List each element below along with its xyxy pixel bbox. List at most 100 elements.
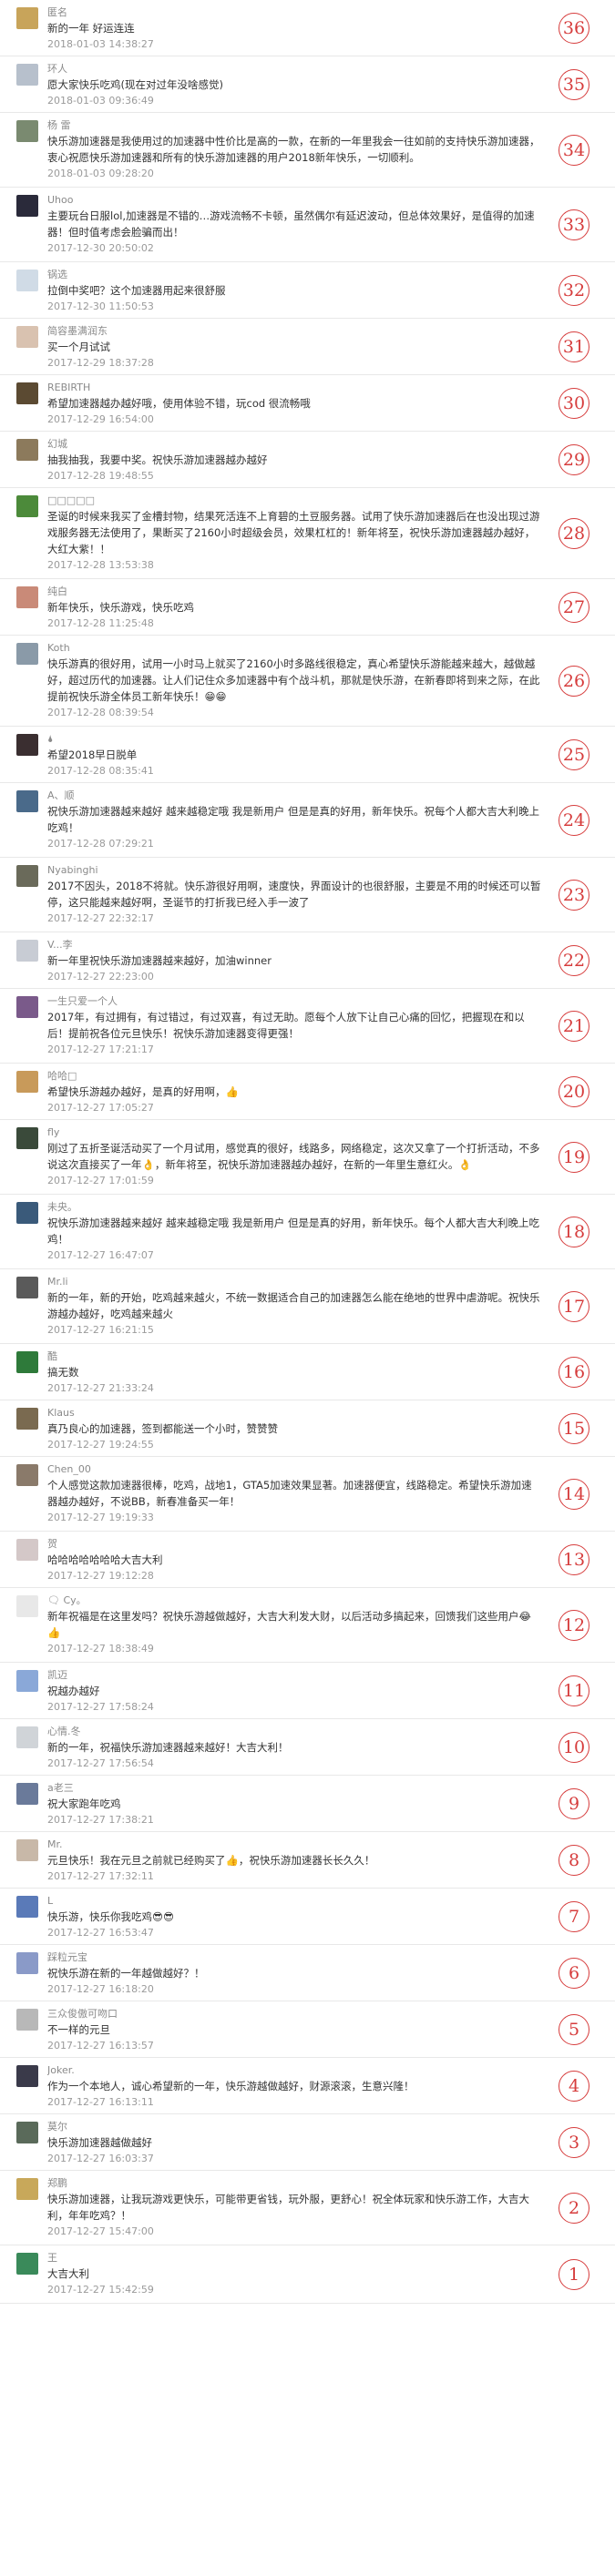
comment-author[interactable]: 一生只爱一个人 xyxy=(47,994,542,1008)
avatar[interactable] xyxy=(16,586,38,608)
avatar[interactable] xyxy=(16,1726,38,1748)
avatar-image xyxy=(16,120,38,142)
avatar[interactable] xyxy=(16,1952,38,1974)
comment-author[interactable]: Uhoo xyxy=(47,193,542,207)
comment-author[interactable]: 环人 xyxy=(47,62,542,76)
comment-timestamp: 2017-12-27 22:32:17 xyxy=(47,912,154,924)
avatar[interactable] xyxy=(16,2122,38,2143)
avatar[interactable] xyxy=(16,326,38,348)
comment-author[interactable]: 哈哈□ xyxy=(47,1069,542,1083)
avatar[interactable] xyxy=(16,1277,38,1298)
comment-timestamp: 2017-12-28 13:53:38 xyxy=(47,559,154,571)
comment-author[interactable]: 匿名 xyxy=(47,5,542,19)
comment-author[interactable]: Mr.li xyxy=(47,1275,542,1288)
avatar[interactable] xyxy=(16,495,38,517)
avatar[interactable] xyxy=(16,1539,38,1561)
avatar[interactable] xyxy=(16,195,38,217)
comment-author[interactable]: 未央。 xyxy=(47,1200,542,1214)
floor-number-badge: 33 xyxy=(559,209,589,240)
comment-author[interactable]: □□□□□ xyxy=(47,494,542,507)
avatar[interactable] xyxy=(16,1071,38,1093)
comment-text: 新年快乐，快乐游戏，快乐吃鸡 xyxy=(47,601,194,614)
avatar[interactable] xyxy=(16,1839,38,1861)
comment-author[interactable]: 锅选 xyxy=(47,268,542,281)
comment-text: 哈哈哈哈哈哈哈大吉大利 xyxy=(47,1553,163,1566)
avatar-image xyxy=(16,382,38,404)
comment-author[interactable]: Klaus xyxy=(47,1406,542,1420)
comment-author[interactable]: 简容墨满润东 xyxy=(47,324,542,338)
avatar[interactable] xyxy=(16,1595,38,1617)
avatar[interactable] xyxy=(16,996,38,1018)
comment-author[interactable]: Joker. xyxy=(47,2063,542,2077)
comment-author[interactable]: 🌢 xyxy=(47,732,542,746)
comment-author[interactable]: 莫尔 xyxy=(47,2120,542,2133)
avatar[interactable] xyxy=(16,7,38,29)
comment-author[interactable]: 踩粒元宝 xyxy=(47,1950,542,1964)
floor-number-badge: 19 xyxy=(559,1141,589,1173)
comment-author[interactable]: REBIRTH xyxy=(47,381,542,394)
avatar[interactable] xyxy=(16,1127,38,1149)
avatar[interactable] xyxy=(16,270,38,291)
comment-timestamp: 2017-12-29 16:54:00 xyxy=(47,413,154,425)
comment-author[interactable]: 🗨 Cy。 xyxy=(47,1593,542,1607)
avatar[interactable] xyxy=(16,2178,38,2200)
comment-author[interactable]: 三众俊傲可吻口 xyxy=(47,2007,542,2021)
comment-author[interactable]: V...李 xyxy=(47,938,542,952)
comment-author[interactable]: A、顺 xyxy=(47,789,542,802)
comment-author[interactable]: 心情.冬 xyxy=(47,1725,542,1738)
avatar[interactable] xyxy=(16,865,38,887)
avatar[interactable] xyxy=(16,2009,38,2031)
comment-text: 新的一年，祝福快乐游加速器越来越好！大吉大利！ xyxy=(47,1741,289,1754)
comment-text: 元旦快乐！我在元旦之前就已经购买了👍，祝快乐游加速器长长久久！ xyxy=(47,1854,375,1867)
avatar[interactable] xyxy=(16,120,38,142)
avatar-image xyxy=(16,1539,38,1561)
comment-item: 环人 愿大家快乐吃鸡(现在对过年没啥感觉) 2018-01-03 09:36:49 3… xyxy=(0,56,615,113)
avatar-image xyxy=(16,270,38,291)
avatar[interactable] xyxy=(16,643,38,665)
comment-text: 快乐游加速器是我使用过的加速器中性价比是高的一款，在新的一年里我会一往如前的支持… xyxy=(47,135,540,164)
comment-author[interactable]: Koth xyxy=(47,641,542,655)
comment-text: 作为一个本地人，诚心希望新的一年，快乐游越做越好，财源滚滚，生意兴隆！ xyxy=(47,2080,415,2092)
avatar[interactable] xyxy=(16,64,38,86)
avatar[interactable] xyxy=(16,2253,38,2275)
avatar[interactable] xyxy=(16,1464,38,1486)
comment-text: 真乃良心的加速器，签到都能送一个小时，赞赞赞 xyxy=(47,1422,278,1435)
avatar[interactable] xyxy=(16,439,38,461)
comment-timestamp: 2017-12-27 15:42:59 xyxy=(47,2284,154,2296)
comment-author[interactable]: L xyxy=(47,1894,542,1908)
comment-author[interactable]: Chen_00 xyxy=(47,1462,542,1476)
avatar[interactable] xyxy=(16,734,38,756)
avatar[interactable] xyxy=(16,2065,38,2087)
avatar-image xyxy=(16,1127,38,1149)
comment-timestamp: 2017-12-27 21:33:24 xyxy=(47,1382,154,1394)
avatar[interactable] xyxy=(16,1408,38,1430)
comment-author[interactable]: 王 xyxy=(47,2251,542,2265)
avatar[interactable] xyxy=(16,382,38,404)
comment-author[interactable]: fly xyxy=(47,1125,542,1139)
comment-author[interactable]: Nyabinghi xyxy=(47,863,542,877)
comment-author[interactable]: 酷 xyxy=(47,1349,542,1363)
comment-author[interactable]: 郑鹏 xyxy=(47,2176,542,2190)
comment-author[interactable]: 贺 xyxy=(47,1537,542,1551)
comment-author[interactable]: 凯迈 xyxy=(47,1668,542,1682)
comment-author[interactable]: 杨 雷 xyxy=(47,118,542,132)
floor-number-badge: 31 xyxy=(559,331,589,362)
comment-item: 幻城 抽我抽我，我要中奖。祝快乐游加速器越办越好 2017-12-28 19:48:… xyxy=(0,432,615,488)
avatar[interactable] xyxy=(16,1202,38,1224)
avatar[interactable] xyxy=(16,790,38,812)
avatar[interactable] xyxy=(16,1351,38,1373)
comment-timestamp: 2017-12-27 16:18:20 xyxy=(47,1983,154,1995)
comment-text: 愿大家快乐吃鸡(现在对过年没啥感觉) xyxy=(47,78,223,91)
avatar[interactable] xyxy=(16,1670,38,1692)
comment-author[interactable]: 幻城 xyxy=(47,437,542,451)
comment-item: 三众俊傲可吻口 不一样的元旦 2017-12-27 16:13:57 5 xyxy=(0,2001,615,2058)
avatar-image xyxy=(16,1202,38,1224)
avatar[interactable] xyxy=(16,1783,38,1805)
avatar[interactable] xyxy=(16,940,38,962)
comment-text: 希望2018早日脱单 xyxy=(47,748,138,761)
comment-author[interactable]: Mr. xyxy=(47,1838,542,1851)
floor-number-badge: 22 xyxy=(559,944,589,976)
avatar[interactable] xyxy=(16,1896,38,1918)
comment-author[interactable]: 纯白 xyxy=(47,585,542,598)
comment-author[interactable]: a老三 xyxy=(47,1781,542,1795)
